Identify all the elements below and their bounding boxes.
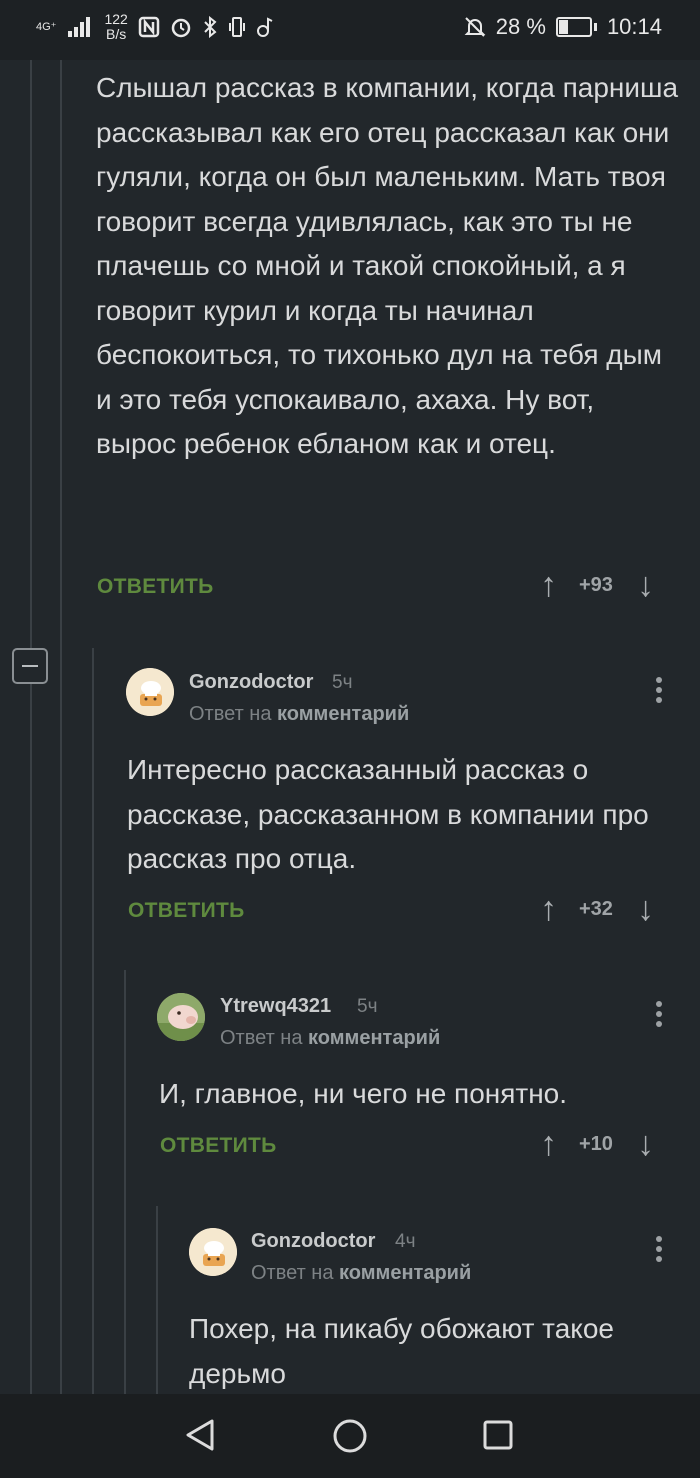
- vibrate-icon: [228, 17, 245, 37]
- vote-control: ↑ +10 ↓: [540, 1127, 654, 1161]
- home-circle-icon[interactable]: [332, 1418, 368, 1454]
- reply-to-line: Ответ на комментарий: [220, 1027, 440, 1050]
- comment-text: И, главное, ни чего не понятно.: [159, 1078, 568, 1109]
- reply-to-prefix: Ответ на: [220, 1027, 303, 1049]
- battery-cap: [593, 23, 597, 31]
- thread-line-3: [92, 648, 94, 1394]
- more-options-icon[interactable]: [656, 1236, 662, 1262]
- battery-icon: [555, 17, 592, 37]
- comment-time: 4ч: [395, 1231, 416, 1252]
- thread-line-2: [60, 60, 62, 1394]
- reply-to-link[interactable]: комментарий: [277, 703, 409, 725]
- reply-to-line: Ответ на комментарий: [251, 1262, 471, 1285]
- chef-avatar-icon[interactable]: [126, 668, 174, 716]
- reply-button[interactable]: ОТВЕТИТЬ: [128, 899, 245, 923]
- more-options-icon[interactable]: [656, 1001, 662, 1027]
- reply-to-prefix: Ответ на: [251, 1262, 334, 1284]
- thread-line-4: [124, 970, 126, 1394]
- battery-percent: 28 %: [495, 14, 546, 39]
- status-bar: 4G⁺ 122 B/s 28 % 10:14: [0, 0, 700, 60]
- reply-to-line: Ответ на комментарий: [189, 703, 409, 726]
- comment-text: Слышал рассказ в компании, когда парниша…: [96, 72, 679, 459]
- comment-text: Похер, на пикабу обожают такое дерьмо: [189, 1313, 614, 1389]
- vote-score: +93: [579, 573, 613, 596]
- reply-to-prefix: Ответ на: [189, 703, 272, 725]
- downvote-arrow-icon[interactable]: ↓: [637, 568, 654, 602]
- net-speed: 122 B/s: [104, 12, 127, 42]
- minus-icon: [22, 665, 38, 667]
- recents-square-icon[interactable]: [482, 1419, 514, 1451]
- more-options-icon[interactable]: [656, 677, 662, 703]
- reply-to-link[interactable]: комментарий: [308, 1027, 440, 1049]
- reply-to-link[interactable]: комментарий: [339, 1262, 471, 1284]
- vote-score: +32: [579, 897, 613, 920]
- notifications-off-icon: [464, 17, 486, 37]
- bluetooth-icon: [204, 16, 217, 38]
- reply-button[interactable]: ОТВЕТИТЬ: [97, 575, 214, 599]
- pig-avatar-icon[interactable]: [157, 993, 205, 1041]
- comment-time: 5ч: [332, 672, 353, 693]
- comment-text: Интересно рассказанный рассказ о рассказ…: [127, 754, 649, 874]
- thread-line-1: [30, 60, 32, 1394]
- reply-button[interactable]: ОТВЕТИТЬ: [160, 1134, 277, 1158]
- status-left: 4G⁺ 122 B/s: [36, 12, 274, 42]
- battery-level: [558, 20, 568, 34]
- downvote-arrow-icon[interactable]: ↓: [637, 1127, 654, 1161]
- comment-time: 5ч: [357, 996, 378, 1017]
- upvote-arrow-icon[interactable]: ↑: [540, 568, 557, 602]
- comment-author[interactable]: Gonzodoctor: [251, 1230, 375, 1253]
- vote-control: ↑ +32 ↓: [540, 892, 654, 926]
- comment-author[interactable]: Gonzodoctor: [189, 671, 313, 694]
- comment-author[interactable]: Ytrewq4321: [220, 995, 331, 1018]
- net-speed-unit: B/s: [106, 26, 127, 42]
- network-type: 4G⁺: [36, 20, 57, 33]
- navigation-bar: [0, 1394, 700, 1478]
- alarm-icon: [171, 18, 191, 38]
- chef-avatar-icon[interactable]: [189, 1228, 237, 1276]
- collapse-thread-button[interactable]: [12, 648, 48, 684]
- status-right: 28 % 10:14: [464, 14, 662, 40]
- signal-icon: [68, 17, 91, 37]
- upvote-arrow-icon[interactable]: ↑: [540, 892, 557, 926]
- vote-score: +10: [579, 1132, 613, 1155]
- downvote-arrow-icon[interactable]: ↓: [637, 892, 654, 926]
- vote-control: ↑ +93 ↓: [540, 568, 654, 602]
- music-icon: [256, 17, 273, 37]
- thread-line-5: [156, 1206, 158, 1394]
- upvote-arrow-icon[interactable]: ↑: [540, 1127, 557, 1161]
- net-speed-value: 122: [104, 11, 128, 27]
- clock: 10:14: [606, 14, 662, 39]
- back-triangle-icon[interactable]: [184, 1418, 216, 1452]
- nfc-icon: [138, 16, 160, 38]
